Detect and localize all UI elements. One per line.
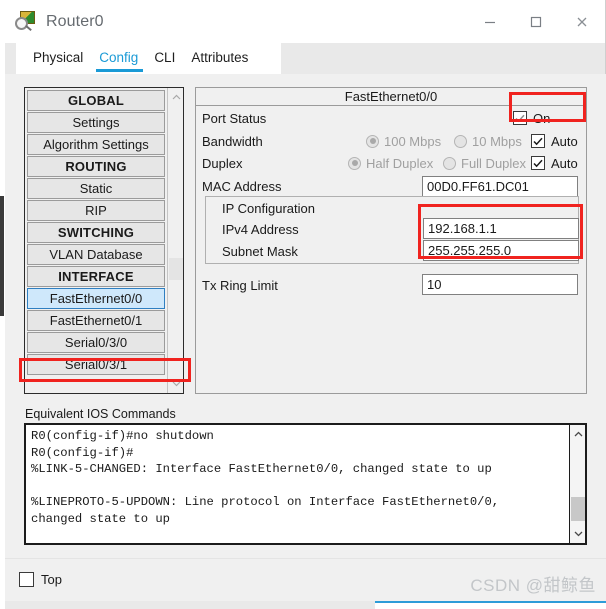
console-chevron-down-icon[interactable] — [570, 526, 586, 542]
chevron-up-icon[interactable] — [168, 89, 184, 105]
sidebar-item-rip[interactable]: RIP — [27, 200, 165, 221]
duplex-full-radio[interactable] — [443, 156, 456, 170]
bandwidth-100mbps-label: 100 Mbps — [384, 133, 442, 149]
router-window: Router0 Physical Config CLI Attributes G… — [5, 0, 606, 601]
ipv4-address-input[interactable]: 192.168.1.1 — [423, 218, 579, 239]
page-bottom-strip — [375, 601, 606, 609]
bandwidth-10mbps-radio[interactable] — [454, 134, 467, 148]
duplex-half-radio[interactable] — [348, 156, 361, 170]
panel-title: FastEthernet0/0 — [196, 88, 586, 106]
bandwidth-row: Bandwidth 100 Mbps 10 Mbps Auto — [196, 130, 586, 152]
interface-config-panel: FastEthernet0/0 Port Status On Bandwidth — [195, 87, 587, 394]
sidebar-header-routing: ROUTING — [27, 156, 165, 177]
mac-address-input[interactable]: 00D0.FF61.DC01 — [422, 175, 578, 197]
ipv4-address-label: IPv4 Address — [222, 222, 299, 237]
duplex-half-label: Half Duplex — [366, 155, 434, 171]
tab-config[interactable]: Config — [91, 48, 146, 72]
ip-configuration-group: IP Configuration IPv4 Address 192.168.1.… — [205, 196, 579, 264]
duplex-row: Duplex Half Duplex Full Duplex Auto — [196, 152, 586, 174]
sidebar-list: GLOBAL Settings Algorithm Settings ROUTI… — [25, 88, 167, 393]
ip-configuration-label: IP Configuration — [222, 201, 315, 216]
ios-commands-text: R0(config-if)#no shutdown R0(config-if)#… — [31, 429, 500, 526]
sidebar-item-fastethernet0-0[interactable]: FastEthernet0/0 — [27, 288, 165, 309]
chevron-down-icon[interactable] — [168, 376, 184, 392]
subnet-mask-input[interactable]: 255.255.255.0 — [423, 240, 579, 261]
port-status-row: Port Status On — [196, 106, 586, 130]
duplex-full-label: Full Duplex — [461, 155, 527, 171]
top-label: Top — [41, 572, 62, 587]
port-status-label: Port Status — [202, 110, 267, 126]
bandwidth-10mbps-label: 10 Mbps — [472, 133, 522, 149]
tx-ring-limit-label: Tx Ring Limit — [202, 278, 278, 293]
packet-tracer-icon — [15, 10, 37, 33]
tx-ring-limit-input[interactable]: 10 — [422, 274, 578, 295]
sidebar-scrollbar[interactable] — [167, 88, 183, 393]
console-scrollbar-thumb[interactable] — [571, 497, 585, 521]
window-bottom-bar: Top CSDN @甜鲸鱼 — [5, 558, 606, 601]
sidebar-header-global: GLOBAL — [27, 90, 165, 111]
window-title: Router0 — [46, 12, 104, 30]
config-body: GLOBAL Settings Algorithm Settings ROUTI… — [5, 74, 606, 601]
duplex-auto-checkbox[interactable] — [531, 156, 545, 170]
ios-commands-console: R0(config-if)#no shutdown R0(config-if)#… — [24, 423, 587, 545]
watermark: CSDN @甜鲸鱼 — [470, 576, 596, 595]
mac-address-row: MAC Address 00D0.FF61.DC01 — [196, 174, 586, 198]
port-status-checkbox[interactable] — [513, 111, 527, 125]
mac-address-label: MAC Address — [202, 178, 282, 194]
minimize-button[interactable] — [467, 0, 513, 43]
maximize-button[interactable] — [513, 0, 559, 43]
sidebar-item-algorithm-settings[interactable]: Algorithm Settings — [27, 134, 165, 155]
close-icon[interactable] — [559, 0, 605, 43]
port-status-on-label: On — [533, 110, 551, 126]
tab-cli[interactable]: CLI — [146, 48, 183, 68]
top-checkbox-group[interactable]: Top — [19, 572, 62, 587]
sidebar-scrollbar-thumb[interactable] — [169, 258, 183, 280]
sidebar-header-interface: INTERFACE — [27, 266, 165, 287]
console-chevron-up-icon[interactable] — [570, 426, 586, 442]
subnet-mask-label: Subnet Mask — [222, 244, 298, 259]
sidebar-item-serial0-3-1[interactable]: Serial0/3/1 — [27, 354, 165, 375]
sidebar-item-settings[interactable]: Settings — [27, 112, 165, 133]
sidebar-item-vlan-database[interactable]: VLAN Database — [27, 244, 165, 265]
tab-physical[interactable]: Physical — [25, 48, 91, 68]
packet-tracer-device-window: Router0 Physical Config CLI Attributes G… — [0, 0, 606, 609]
bandwidth-label: Bandwidth — [202, 133, 263, 149]
sidebar-item-static[interactable]: Static — [27, 178, 165, 199]
sidebar-item-fastethernet0-1[interactable]: FastEthernet0/1 — [27, 310, 165, 331]
duplex-auto-label: Auto — [551, 155, 578, 171]
window-titlebar: Router0 — [5, 0, 605, 43]
ios-console-scrollbar[interactable] — [569, 425, 585, 543]
bandwidth-auto-checkbox[interactable] — [531, 134, 545, 148]
tab-attributes[interactable]: Attributes — [183, 48, 256, 68]
bandwidth-auto-label: Auto — [551, 133, 578, 149]
ios-commands-label: Equivalent IOS Commands — [25, 407, 176, 421]
sidebar-item-serial0-3-0[interactable]: Serial0/3/0 — [27, 332, 165, 353]
sidebar-header-switching: SWITCHING — [27, 222, 165, 243]
bandwidth-100mbps-radio[interactable] — [366, 134, 379, 148]
window-controls — [467, 0, 605, 43]
tab-strip: Physical Config CLI Attributes — [5, 43, 605, 74]
page-edge-artifact — [0, 196, 4, 316]
config-sidebar: GLOBAL Settings Algorithm Settings ROUTI… — [24, 87, 184, 394]
duplex-label: Duplex — [202, 155, 243, 171]
top-checkbox[interactable] — [19, 572, 34, 587]
